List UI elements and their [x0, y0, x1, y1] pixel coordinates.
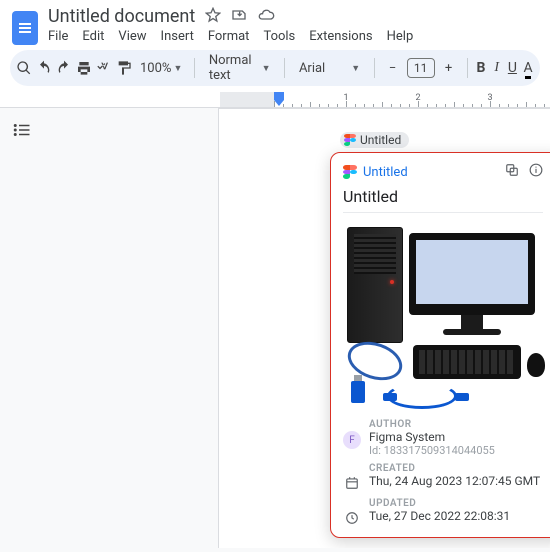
figma-preview-popover: Untitled Untitled	[330, 152, 550, 538]
calendar-icon	[343, 474, 361, 492]
menu-extensions[interactable]: Extensions	[309, 29, 372, 44]
created-value: Thu, 24 Aug 2023 12:07:45 GMT	[369, 474, 540, 488]
figma-icon	[344, 134, 356, 146]
star-icon[interactable]	[205, 7, 221, 27]
author-label: AUTHOR	[369, 419, 495, 430]
figma-smart-chip[interactable]: Untitled	[340, 132, 409, 148]
chip-label: Untitled	[360, 133, 401, 147]
decrease-font-size-button[interactable]: −	[383, 58, 403, 78]
cloud-status-icon[interactable]	[257, 7, 275, 27]
title-bar: Untitled document File Edit View	[0, 0, 550, 50]
app-header: Untitled document File Edit View	[0, 0, 550, 108]
workspace: Untitled Untitled Untitled	[0, 108, 550, 548]
menu-file[interactable]: File	[48, 29, 68, 44]
popover-metadata: F AUTHOR Figma System Id: 18331750931404…	[343, 419, 543, 527]
updated-value: Tue, 27 Dec 2022 22:08:31	[369, 509, 510, 523]
font-size-control: − 11 +	[383, 58, 459, 78]
styles-dropdown[interactable]: Normal text▼	[203, 55, 277, 81]
created-label: CREATED	[369, 463, 540, 474]
author-name: Figma System	[369, 430, 495, 444]
increase-font-size-button[interactable]: +	[439, 58, 459, 78]
figma-preview-image	[343, 221, 543, 411]
author-avatar-icon: F	[343, 431, 361, 449]
docs-logo-icon[interactable]	[12, 11, 38, 45]
zoom-dropdown[interactable]: 100%▼	[136, 61, 186, 76]
show-outline-icon[interactable]	[10, 118, 34, 142]
title-actions	[205, 7, 275, 27]
font-dropdown[interactable]: Arial▼	[293, 55, 366, 81]
menu-bar: File Edit View Insert Format Tools Exten…	[48, 27, 425, 50]
updated-label: UPDATED	[369, 498, 510, 509]
menu-view[interactable]: View	[118, 29, 146, 44]
zoom-value: 100%	[140, 61, 171, 76]
underline-button[interactable]: U	[507, 55, 519, 81]
toolbar: 100%▼ Normal text▼ Arial▼ − 11 + B I U A	[10, 50, 540, 86]
menu-format[interactable]: Format	[208, 29, 250, 44]
outline-rail	[0, 108, 42, 548]
document-title[interactable]: Untitled document	[48, 6, 195, 27]
clock-icon	[343, 509, 361, 527]
italic-button[interactable]: I	[491, 55, 503, 81]
redo-icon[interactable]	[56, 55, 72, 81]
menu-tools[interactable]: Tools	[263, 29, 295, 44]
figma-file-link[interactable]: Untitled	[363, 165, 408, 180]
document-area: Untitled Untitled Untitled	[42, 108, 550, 548]
paint-format-icon[interactable]	[116, 55, 132, 81]
bold-button[interactable]: B	[475, 55, 487, 81]
font-size-input[interactable]: 11	[407, 58, 435, 78]
menu-insert[interactable]: Insert	[161, 29, 194, 44]
print-icon[interactable]	[76, 55, 92, 81]
search-menus-icon[interactable]	[16, 55, 32, 81]
styles-value: Normal text	[209, 53, 252, 83]
text-color-button[interactable]: A	[522, 55, 534, 81]
figma-icon	[343, 165, 357, 179]
move-icon[interactable]	[231, 7, 247, 27]
popover-title: Untitled	[343, 187, 543, 206]
menu-help[interactable]: Help	[387, 29, 414, 44]
menu-edit[interactable]: Edit	[82, 29, 104, 44]
spellcheck-icon[interactable]	[96, 55, 112, 81]
horizontal-ruler[interactable]: 1234567	[0, 92, 550, 108]
author-id: Id: 1833175093140440​55	[369, 444, 495, 457]
info-icon[interactable]	[529, 163, 543, 181]
copy-link-icon[interactable]	[505, 163, 519, 181]
undo-icon[interactable]	[36, 55, 52, 81]
font-value: Arial	[299, 61, 325, 76]
